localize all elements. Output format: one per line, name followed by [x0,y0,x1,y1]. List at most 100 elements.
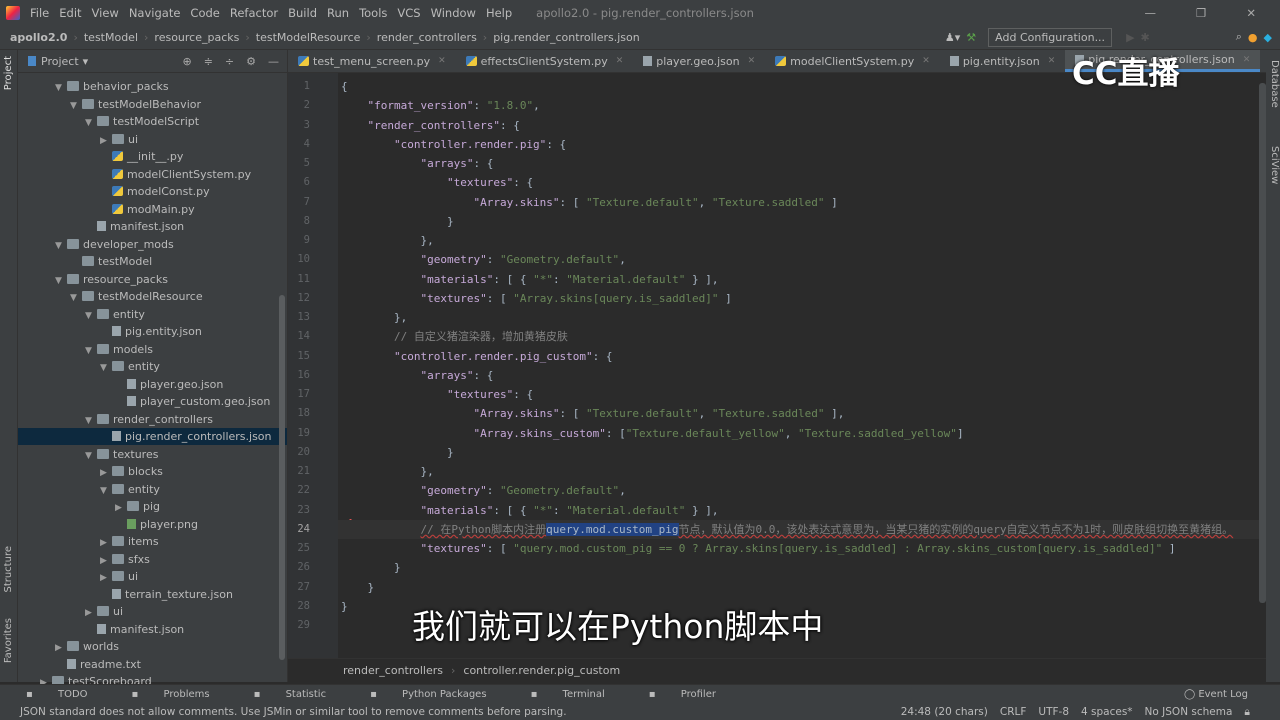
line-separator[interactable]: CRLF [1000,706,1027,719]
close-tab-icon[interactable]: ✕ [438,56,446,66]
code-editor[interactable]: 1 2 3 4 5 6 7 8 9 10 11 12 13 14 15 16 17 18 19 20 21 22 23 24 2… [288,73,1266,658]
chevron-down-icon[interactable]: ▼ [70,290,82,307]
run-icon[interactable]: ▶ [1126,31,1134,44]
tree-item[interactable]: testModel [18,253,287,270]
tree-item[interactable]: modelConst.py [18,183,287,200]
code-line[interactable]: "textures": { [341,173,533,192]
code-line[interactable]: "Array.skins": [ "Texture.default", "Tex… [341,404,844,423]
tree-item[interactable]: __init__.py [18,148,287,165]
code-line[interactable]: { [341,77,348,96]
tree-item[interactable]: modelClientSystem.py [18,166,287,183]
close-button[interactable]: ✕ [1246,6,1256,20]
close-tab-icon[interactable]: ✕ [1048,56,1056,66]
editor-scrollbar[interactable] [1259,83,1266,603]
tree-item[interactable]: ▼ textures [18,446,287,463]
tree-item[interactable]: ▼ testModelBehavior [18,96,287,113]
close-tab-icon[interactable]: ✕ [748,56,756,66]
close-tab-icon[interactable]: ✕ [1243,55,1251,65]
cursor-position[interactable]: 24:48 (20 chars) [901,706,988,719]
chevron-down-icon[interactable]: ▼ [100,483,112,500]
menu-window[interactable]: Window [431,6,476,20]
code-line[interactable]: } [341,212,454,231]
breadcrumb-item[interactable]: apollo2.0 [10,31,67,44]
tree-item[interactable]: ▶ worlds [18,638,287,655]
tree-item[interactable]: ▼ resource_packs [18,271,287,288]
tree-item[interactable]: ▶ items [18,533,287,550]
tree-item[interactable]: ▼ testModelScript [18,113,287,130]
chevron-down-icon[interactable]: ▼ [85,308,97,325]
tool-profiler[interactable]: ▪ Profiler [649,689,738,700]
lock-icon[interactable]: 🔒︎ [1244,706,1250,719]
code-line[interactable]: "textures": { [341,385,533,404]
editor-breadcrumb-item[interactable]: controller.render.pig_custom [463,664,620,677]
chevron-down-icon[interactable]: ▼ [85,448,97,465]
chevron-right-icon[interactable]: ▶ [115,500,127,517]
tool-problems[interactable]: ▪ Problems [132,689,232,700]
editor-breadcrumb-item[interactable]: render_controllers [343,664,443,677]
update-icon[interactable]: ● [1248,31,1258,44]
plugin-icon[interactable]: ◆ [1264,31,1272,44]
tree-item[interactable]: player.geo.json [18,376,287,393]
code-line[interactable]: } [341,578,374,597]
chevron-down-icon[interactable]: ▼ [55,273,67,290]
tab-test-menu-screen-py[interactable]: test_menu_screen.py ✕ [288,50,456,72]
search-icon[interactable]: ⌕ [1236,30,1242,44]
code-line[interactable]: } [341,443,454,462]
chevron-right-icon[interactable]: ▶ [85,605,97,622]
json-schema[interactable]: No JSON schema [1145,706,1233,719]
gear-icon[interactable]: ⚙ [246,55,256,68]
build-hammer-icon[interactable]: ⚒ [966,31,976,44]
tree-item[interactable]: ▶ blocks [18,463,287,480]
chevron-right-icon[interactable]: ▶ [100,465,112,482]
chevron-right-icon[interactable]: ▶ [100,553,112,570]
tool-python-packages[interactable]: ▪ Python Packages [370,689,508,700]
code-line[interactable]: } [341,597,348,616]
breadcrumb-item[interactable]: testModel [84,31,138,44]
chevron-down-icon[interactable]: ▼ [85,115,97,132]
chevron-right-icon[interactable]: ▶ [100,133,112,150]
event-log-button[interactable]: ◯ Event Log [1184,689,1270,700]
chevron-down-icon[interactable]: ▼ [85,413,97,430]
chevron-right-icon[interactable]: ▶ [55,640,67,657]
chevron-down-icon[interactable]: ▼ [55,80,67,97]
tree-item[interactable]: ▼ developer_mods [18,236,287,253]
tool-statistic[interactable]: ▪ Statistic [254,689,348,700]
tree-item[interactable]: manifest.json [18,218,287,235]
tree-item[interactable]: ▼ behavior_packs [18,78,287,95]
tree-item[interactable]: ▼ entity [18,481,287,498]
chevron-down-icon[interactable]: ▼ [85,343,97,360]
locate-icon[interactable]: ⊕ [182,55,191,68]
indent-setting[interactable]: 4 spaces* [1081,706,1133,719]
code-line[interactable]: "arrays": { [341,154,493,173]
close-tab-icon[interactable]: ✕ [616,56,624,66]
menu-run[interactable]: Run [327,6,349,20]
tab-pig-entity-json[interactable]: pig.entity.json ✕ [940,50,1065,72]
menu-file[interactable]: File [30,6,49,20]
debug-icon[interactable]: ✱ [1141,31,1150,44]
code-line[interactable]: "format_version": "1.8.0", [341,96,540,115]
tree-scrollbar[interactable] [279,295,285,660]
menu-navigate[interactable]: Navigate [129,6,181,20]
code-line[interactable]: "geometry": "Geometry.default", [341,481,625,500]
minimize-button[interactable]: — [1145,6,1157,20]
menu-build[interactable]: Build [288,6,317,20]
file-encoding[interactable]: UTF-8 [1038,706,1069,719]
sciview-tool-button[interactable]: SciView [1269,146,1280,184]
code-line[interactable]: // 在Python脚本内注册query.mod.custom_pig节点，默认… [341,520,1233,539]
code-line[interactable]: "controller.render.pig": { [341,135,566,154]
code-line[interactable]: "geometry": "Geometry.default", [341,250,625,269]
project-tool-button[interactable]: Project [3,56,14,90]
code-line[interactable]: } [341,558,401,577]
code-line[interactable]: "materials": [ { "*": "Material.default"… [341,501,718,520]
menu-vcs[interactable]: VCS [397,6,420,20]
tree-item[interactable]: modMain.py [18,201,287,218]
tree-item[interactable]: ▼ entity [18,358,287,375]
tree-item[interactable]: terrain_texture.json [18,586,287,603]
tree-item[interactable]: ▼ entity [18,306,287,323]
code-line[interactable]: }, [341,231,433,250]
menu-tools[interactable]: Tools [359,6,387,20]
tab-player-geo-json[interactable]: player.geo.json ✕ [633,50,765,72]
chevron-right-icon[interactable]: ▶ [100,535,112,552]
code-line[interactable]: }, [341,308,407,327]
code-line[interactable]: "controller.render.pig_custom": { [341,347,613,366]
